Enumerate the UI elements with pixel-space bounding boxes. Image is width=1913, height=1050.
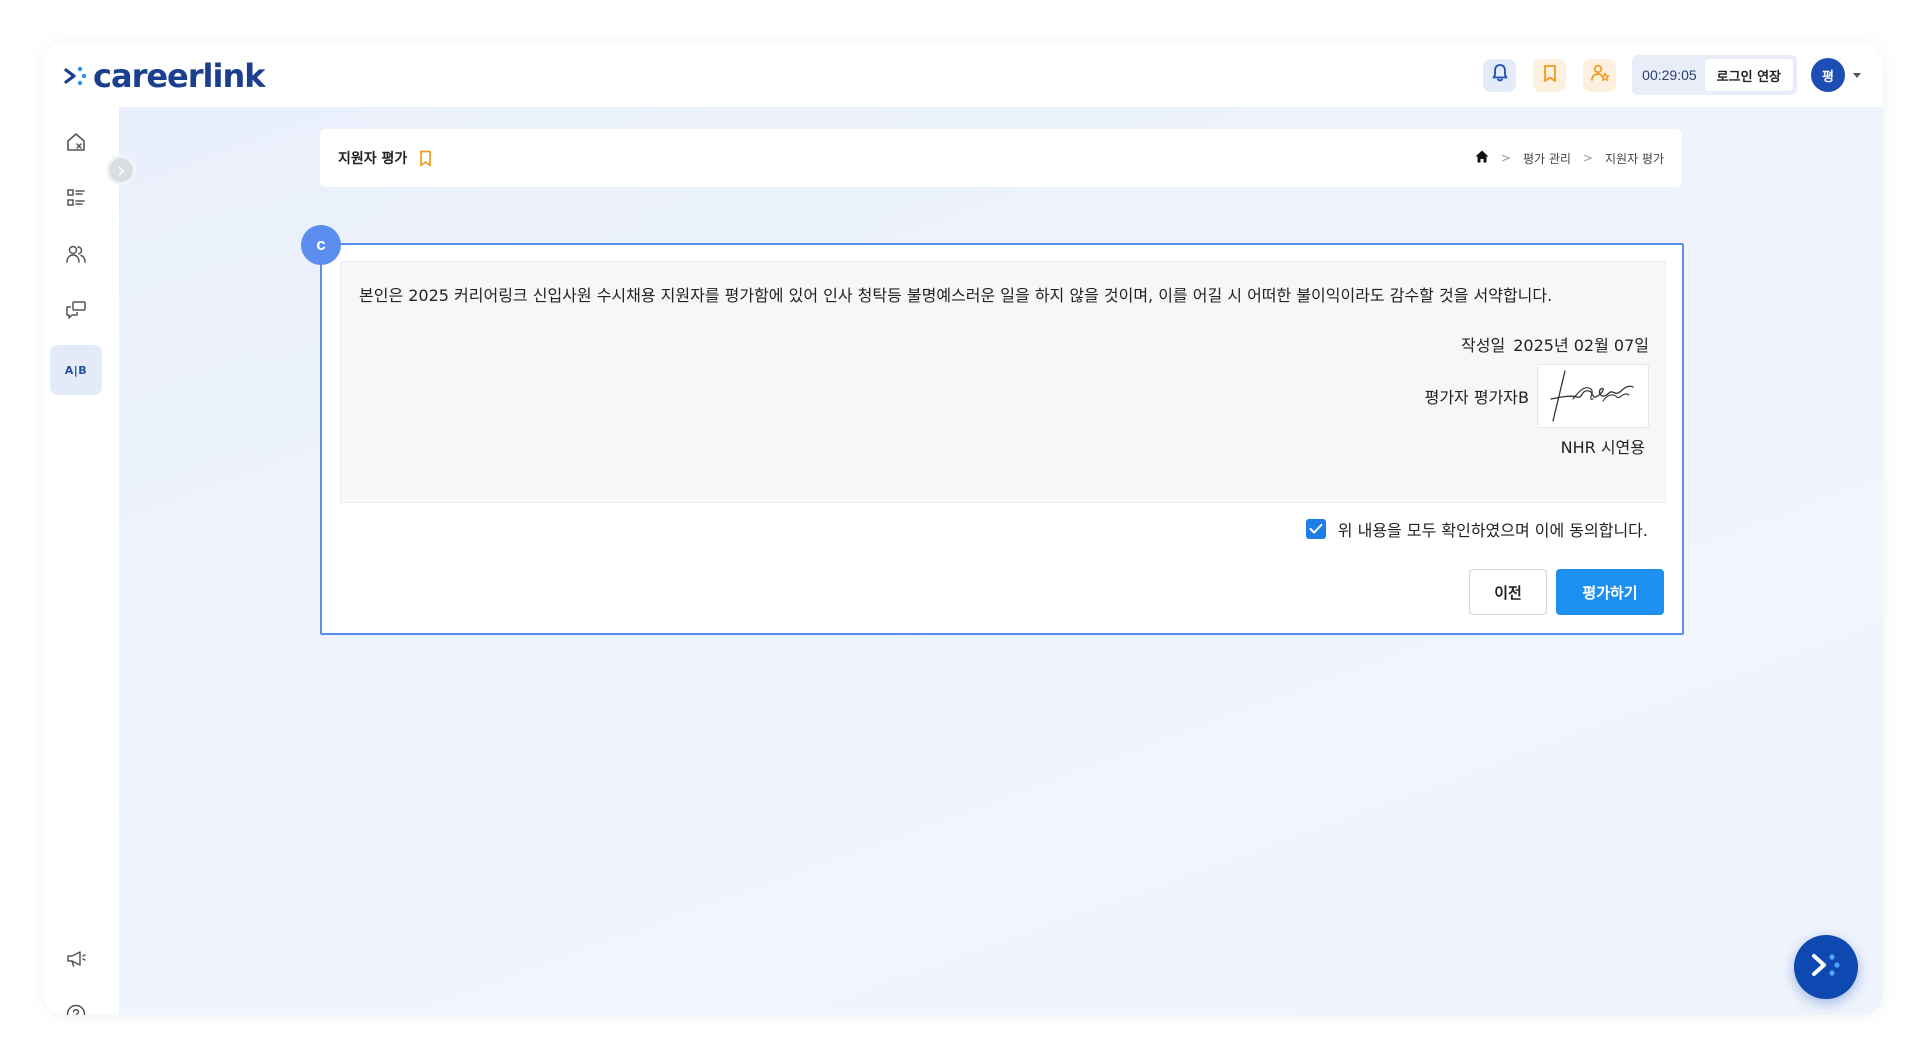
- session-box: 00:29:05 로그인 연장: [1632, 55, 1797, 95]
- logo[interactable]: careerlink: [63, 57, 266, 95]
- logo-mark-icon: [63, 60, 89, 92]
- top-bar: careerlink 00:29:05 로그인 연장 평: [43, 43, 1883, 107]
- chevron-down-icon[interactable]: [1853, 72, 1861, 78]
- sidebar-item-help[interactable]: [50, 991, 102, 1015]
- check-icon: [1309, 520, 1323, 539]
- action-buttons: 이전 평가하기: [1469, 569, 1664, 615]
- chevron-right-icon: [116, 161, 126, 180]
- sidebar-item-list[interactable]: [50, 175, 102, 225]
- favorite-users-button[interactable]: [1583, 58, 1617, 92]
- bookmark-button[interactable]: [1533, 58, 1567, 92]
- prev-button[interactable]: 이전: [1469, 569, 1547, 615]
- breadcrumb-item[interactable]: 평가 관리: [1523, 150, 1571, 167]
- signature-block: 작성일 2025년 02월 07일 평가자 평가자B NHR 시연용: [1425, 332, 1649, 458]
- evaluator-label: 평가자 평가자B: [1424, 388, 1529, 407]
- evaluator-row: 평가자 평가자B: [1425, 364, 1649, 428]
- date-label: 작성일: [1461, 336, 1506, 355]
- date-value: 2025년 02월 07일: [1513, 336, 1649, 355]
- sidebar-item-chat[interactable]: [50, 287, 102, 337]
- breadcrumb: > 평가 관리 > 지원자 평가: [1475, 129, 1664, 187]
- notification-button[interactable]: [1483, 58, 1517, 92]
- pledge-card: 본인은 2025 커리어링크 신입사원 수시채용 지원자를 평가함에 있어 인사…: [320, 243, 1684, 635]
- breadcrumb-item-current: 지원자 평가: [1604, 151, 1664, 166]
- list-icon: [65, 187, 87, 213]
- bookmark-icon[interactable]: [419, 150, 432, 167]
- page-title: 지원자 평가: [338, 151, 408, 167]
- sidebar-item-announcements[interactable]: [50, 935, 102, 985]
- breadcrumb-separator: >: [1500, 151, 1511, 165]
- top-right-controls: 00:29:05 로그인 연장 평: [1466, 55, 1861, 95]
- sidebar-toggle-button[interactable]: [106, 155, 136, 185]
- organization-label: NHR 시연용: [1560, 438, 1645, 457]
- evaluate-button[interactable]: 평가하기: [1556, 569, 1664, 615]
- page-header: 지원자 평가 > 평가 관리 > 지원자 평가: [320, 129, 1682, 187]
- assistant-fab-button[interactable]: [1794, 935, 1858, 999]
- bell-icon: [1491, 63, 1509, 87]
- bookmark-icon: [1542, 64, 1558, 87]
- sidebar-item-ab[interactable]: A|B: [50, 345, 102, 395]
- logo-text: careerlink: [93, 57, 266, 95]
- help-icon: [65, 1003, 87, 1015]
- session-timer: 00:29:05: [1642, 67, 1697, 83]
- app-window: careerlink 00:29:05 로그인 연장 평 A|B 지원자 평가 …: [43, 43, 1883, 1015]
- sidebar: A|B: [43, 107, 119, 1015]
- main-content: 지원자 평가 > 평가 관리 > 지원자 평가 본인은 2025 커리어링크 신…: [119, 107, 1883, 1015]
- megaphone-icon: [65, 947, 87, 973]
- agreement-row[interactable]: 위 내용을 모두 확인하였으며 이에 동의합니다.: [1305, 517, 1648, 541]
- user-star-icon: [1590, 63, 1610, 87]
- pledge-box: 본인은 2025 커리어링크 신입사원 수시채용 지원자를 평가함에 있어 인사…: [340, 261, 1666, 503]
- avatar[interactable]: 평: [1811, 58, 1845, 92]
- signature-image: [1537, 364, 1649, 428]
- home-icon: [65, 131, 87, 157]
- agreement-checkbox[interactable]: [1305, 519, 1326, 539]
- chat-icon: [65, 299, 87, 325]
- step-badge: c: [301, 225, 341, 265]
- extend-login-button[interactable]: 로그인 연장: [1704, 59, 1793, 91]
- sidebar-item-users[interactable]: [50, 231, 102, 281]
- users-icon: [65, 243, 87, 269]
- pledge-text: 본인은 2025 커리어링크 신입사원 수시채용 지원자를 평가함에 있어 인사…: [359, 286, 1553, 305]
- home-icon[interactable]: [1475, 150, 1489, 166]
- breadcrumb-separator: >: [1582, 151, 1593, 165]
- date-row: 작성일 2025년 02월 07일: [1425, 332, 1649, 356]
- ab-icon: A|B: [64, 363, 88, 377]
- logo-mark-icon: [1808, 949, 1844, 985]
- sidebar-item-home[interactable]: [50, 119, 102, 169]
- agreement-label[interactable]: 위 내용을 모두 확인하였으며 이에 동의합니다.: [1338, 517, 1648, 541]
